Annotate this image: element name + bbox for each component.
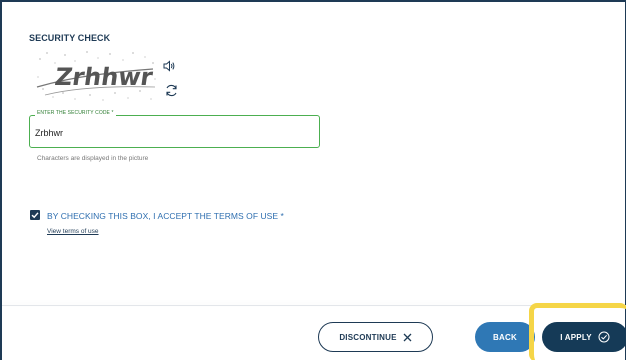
terms-checkbox[interactable] — [30, 210, 40, 220]
back-label: BACK — [493, 332, 517, 342]
terms-label[interactable]: BY CHECKING THIS BOX, I ACCEPT THE TERMS… — [47, 211, 284, 221]
security-check-title: SECURITY CHECK — [29, 33, 111, 43]
discontinue-label: DISCONTINUE — [339, 332, 397, 342]
speaker-icon[interactable] — [162, 59, 176, 73]
security-code-hint: Characters are displayed in the picture — [37, 155, 149, 162]
discontinue-button[interactable]: DISCONTINUE — [318, 322, 433, 352]
captcha-image: Zrhhwr — [36, 51, 156, 101]
check-circle-icon — [598, 331, 610, 343]
view-terms-link[interactable]: View terms of use — [47, 228, 99, 235]
security-code-input[interactable] — [35, 126, 305, 140]
back-button[interactable]: BACK — [475, 322, 535, 352]
refresh-icon[interactable] — [164, 83, 179, 98]
apply-label: I APPLY — [560, 332, 592, 342]
close-icon — [403, 333, 412, 341]
security-code-label: ENTER THE SECURITY CODE * — [35, 110, 116, 116]
checkmark-icon — [31, 212, 39, 219]
application-form: SECURITY CHECK Zrhhwr ENTER THE SECURITY… — [0, 0, 626, 360]
captcha-text: Zrhhwr — [53, 63, 154, 91]
apply-button[interactable]: I APPLY — [542, 322, 626, 352]
